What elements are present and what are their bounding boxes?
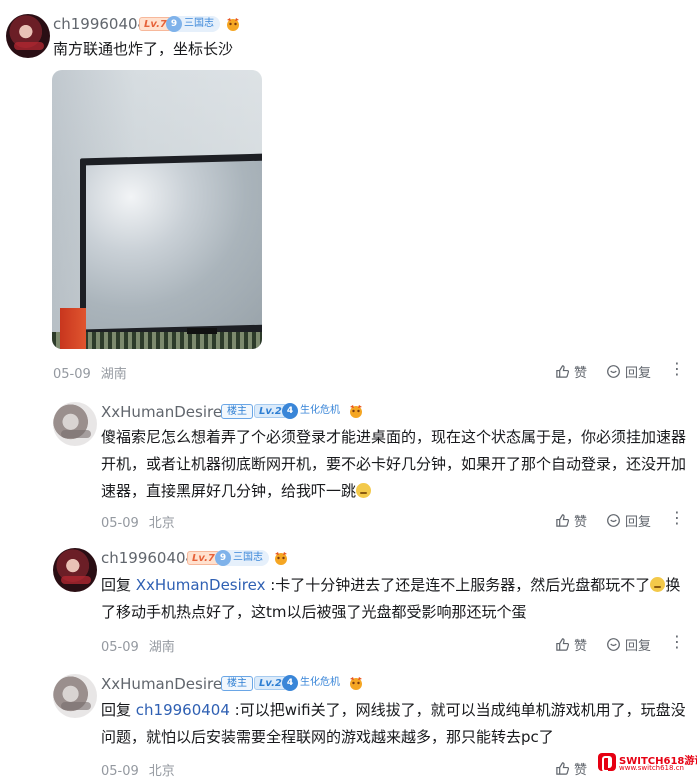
date: 05-09 — [101, 764, 139, 777]
date: 05-09 — [53, 367, 91, 382]
reply-text: 回复 ch19960404 :可以把wifi关了，网线拔了，就可以当成纯单机游戏… — [101, 697, 691, 751]
mention-link[interactable]: XxHumanDesirex — [136, 576, 266, 594]
fan-badge[interactable]: 4 生化危机 — [282, 675, 346, 691]
reply-bubble-icon — [607, 514, 620, 527]
fan-medal-icon — [275, 552, 287, 565]
username[interactable]: XxHumanDesirex — [101, 403, 231, 421]
date: 05-09 — [101, 516, 139, 531]
emoji-icon — [356, 483, 372, 498]
username[interactable]: ch19960404 — [53, 15, 147, 33]
reply-prefix: 回复 — [101, 701, 136, 719]
reply-label: 回复 — [625, 515, 652, 530]
reply-body: 傻福索尼怎么想着弄了个必须登录才能进桌面的，现在这个状态属于是，你必须挂加速器开… — [101, 428, 687, 500]
avatar[interactable] — [53, 548, 97, 592]
fan-name: 三国志 — [233, 552, 263, 563]
reply-body: :卡了十分钟进去了还是连不上服务器，然后光盘都玩不了 — [265, 576, 651, 594]
avatar[interactable] — [53, 402, 97, 446]
fan-name: 三国志 — [184, 18, 214, 29]
location: 湖南 — [148, 640, 175, 655]
comment-text: 南方联通也炸了，坐标长沙 — [53, 40, 234, 58]
like-button[interactable]: 赞 — [555, 635, 587, 654]
fan-name: 生化危机 — [300, 677, 340, 688]
reply-prefix: 回复 — [101, 576, 136, 594]
reply-button[interactable]: 回复 — [606, 511, 651, 530]
fan-badge[interactable]: 4 生化危机 — [282, 403, 346, 419]
fan-badge[interactable]: 9 三国志 — [215, 550, 269, 566]
reply-bubble-icon — [607, 365, 620, 378]
like-label: 赞 — [574, 763, 588, 777]
site-watermark: SWITCH618游讯 www.switch618.cn — [598, 750, 697, 774]
reply-text: 回复 XxHumanDesirex :卡了十分钟进去了还是连不上服务器，然后光盘… — [101, 572, 691, 626]
more-dots-icon[interactable]: ⋮ — [669, 508, 686, 527]
fan-name: 生化危机 — [300, 405, 340, 416]
fan-level: 9 — [166, 16, 182, 32]
thumbs-up-icon — [556, 514, 570, 527]
like-button[interactable]: 赞 — [555, 511, 587, 530]
like-label: 赞 — [574, 639, 588, 654]
switch-logo-icon — [598, 753, 616, 772]
fan-level: 9 — [215, 550, 231, 566]
reply-bubble-icon — [607, 638, 620, 651]
username[interactable]: XxHumanDesirex — [101, 675, 231, 693]
reply-button[interactable]: 回复 — [606, 635, 651, 654]
owner-badge: 楼主 — [221, 404, 253, 419]
more-dots-icon[interactable]: ⋮ — [669, 359, 686, 378]
thumbs-up-icon — [556, 762, 570, 775]
fan-medal-icon — [227, 18, 239, 31]
watermark-url: www.switch618.cn — [619, 764, 684, 772]
username[interactable]: ch19960404 — [101, 549, 195, 567]
comment-meta: 05-09 湖南 — [53, 363, 127, 382]
like-label: 赞 — [574, 366, 588, 381]
fan-badge[interactable]: 9 三国志 — [166, 16, 220, 32]
thumbs-up-icon — [556, 365, 570, 378]
mention-link[interactable]: ch19960404 — [136, 701, 230, 719]
reply-meta: 05-09 北京 — [101, 760, 175, 777]
reply-label: 回复 — [625, 366, 652, 381]
location: 湖南 — [100, 367, 127, 382]
reply-meta: 05-09 湖南 — [101, 636, 175, 655]
emoji-icon — [650, 577, 666, 592]
avatar[interactable] — [53, 674, 97, 718]
fan-level: 4 — [282, 675, 298, 691]
owner-badge: 楼主 — [221, 676, 253, 691]
location: 北京 — [148, 516, 175, 531]
like-button[interactable]: 赞 — [555, 362, 587, 381]
fan-medal-icon — [350, 677, 362, 690]
date: 05-09 — [101, 640, 139, 655]
fan-level: 4 — [282, 403, 298, 419]
reply-meta: 05-09 北京 — [101, 512, 175, 531]
more-dots-icon[interactable]: ⋮ — [669, 632, 686, 651]
reply-button[interactable]: 回复 — [606, 362, 651, 381]
thumbs-up-icon — [556, 638, 570, 651]
like-label: 赞 — [574, 515, 588, 530]
comment-image[interactable] — [52, 70, 262, 349]
like-button[interactable]: 赞 — [555, 759, 587, 777]
avatar[interactable] — [6, 14, 50, 58]
location: 北京 — [148, 764, 175, 777]
reply-label: 回复 — [625, 639, 652, 654]
reply-text: 傻福索尼怎么想着弄了个必须登录才能进桌面的，现在这个状态属于是，你必须挂加速器开… — [101, 424, 691, 505]
fan-medal-icon — [350, 405, 362, 418]
